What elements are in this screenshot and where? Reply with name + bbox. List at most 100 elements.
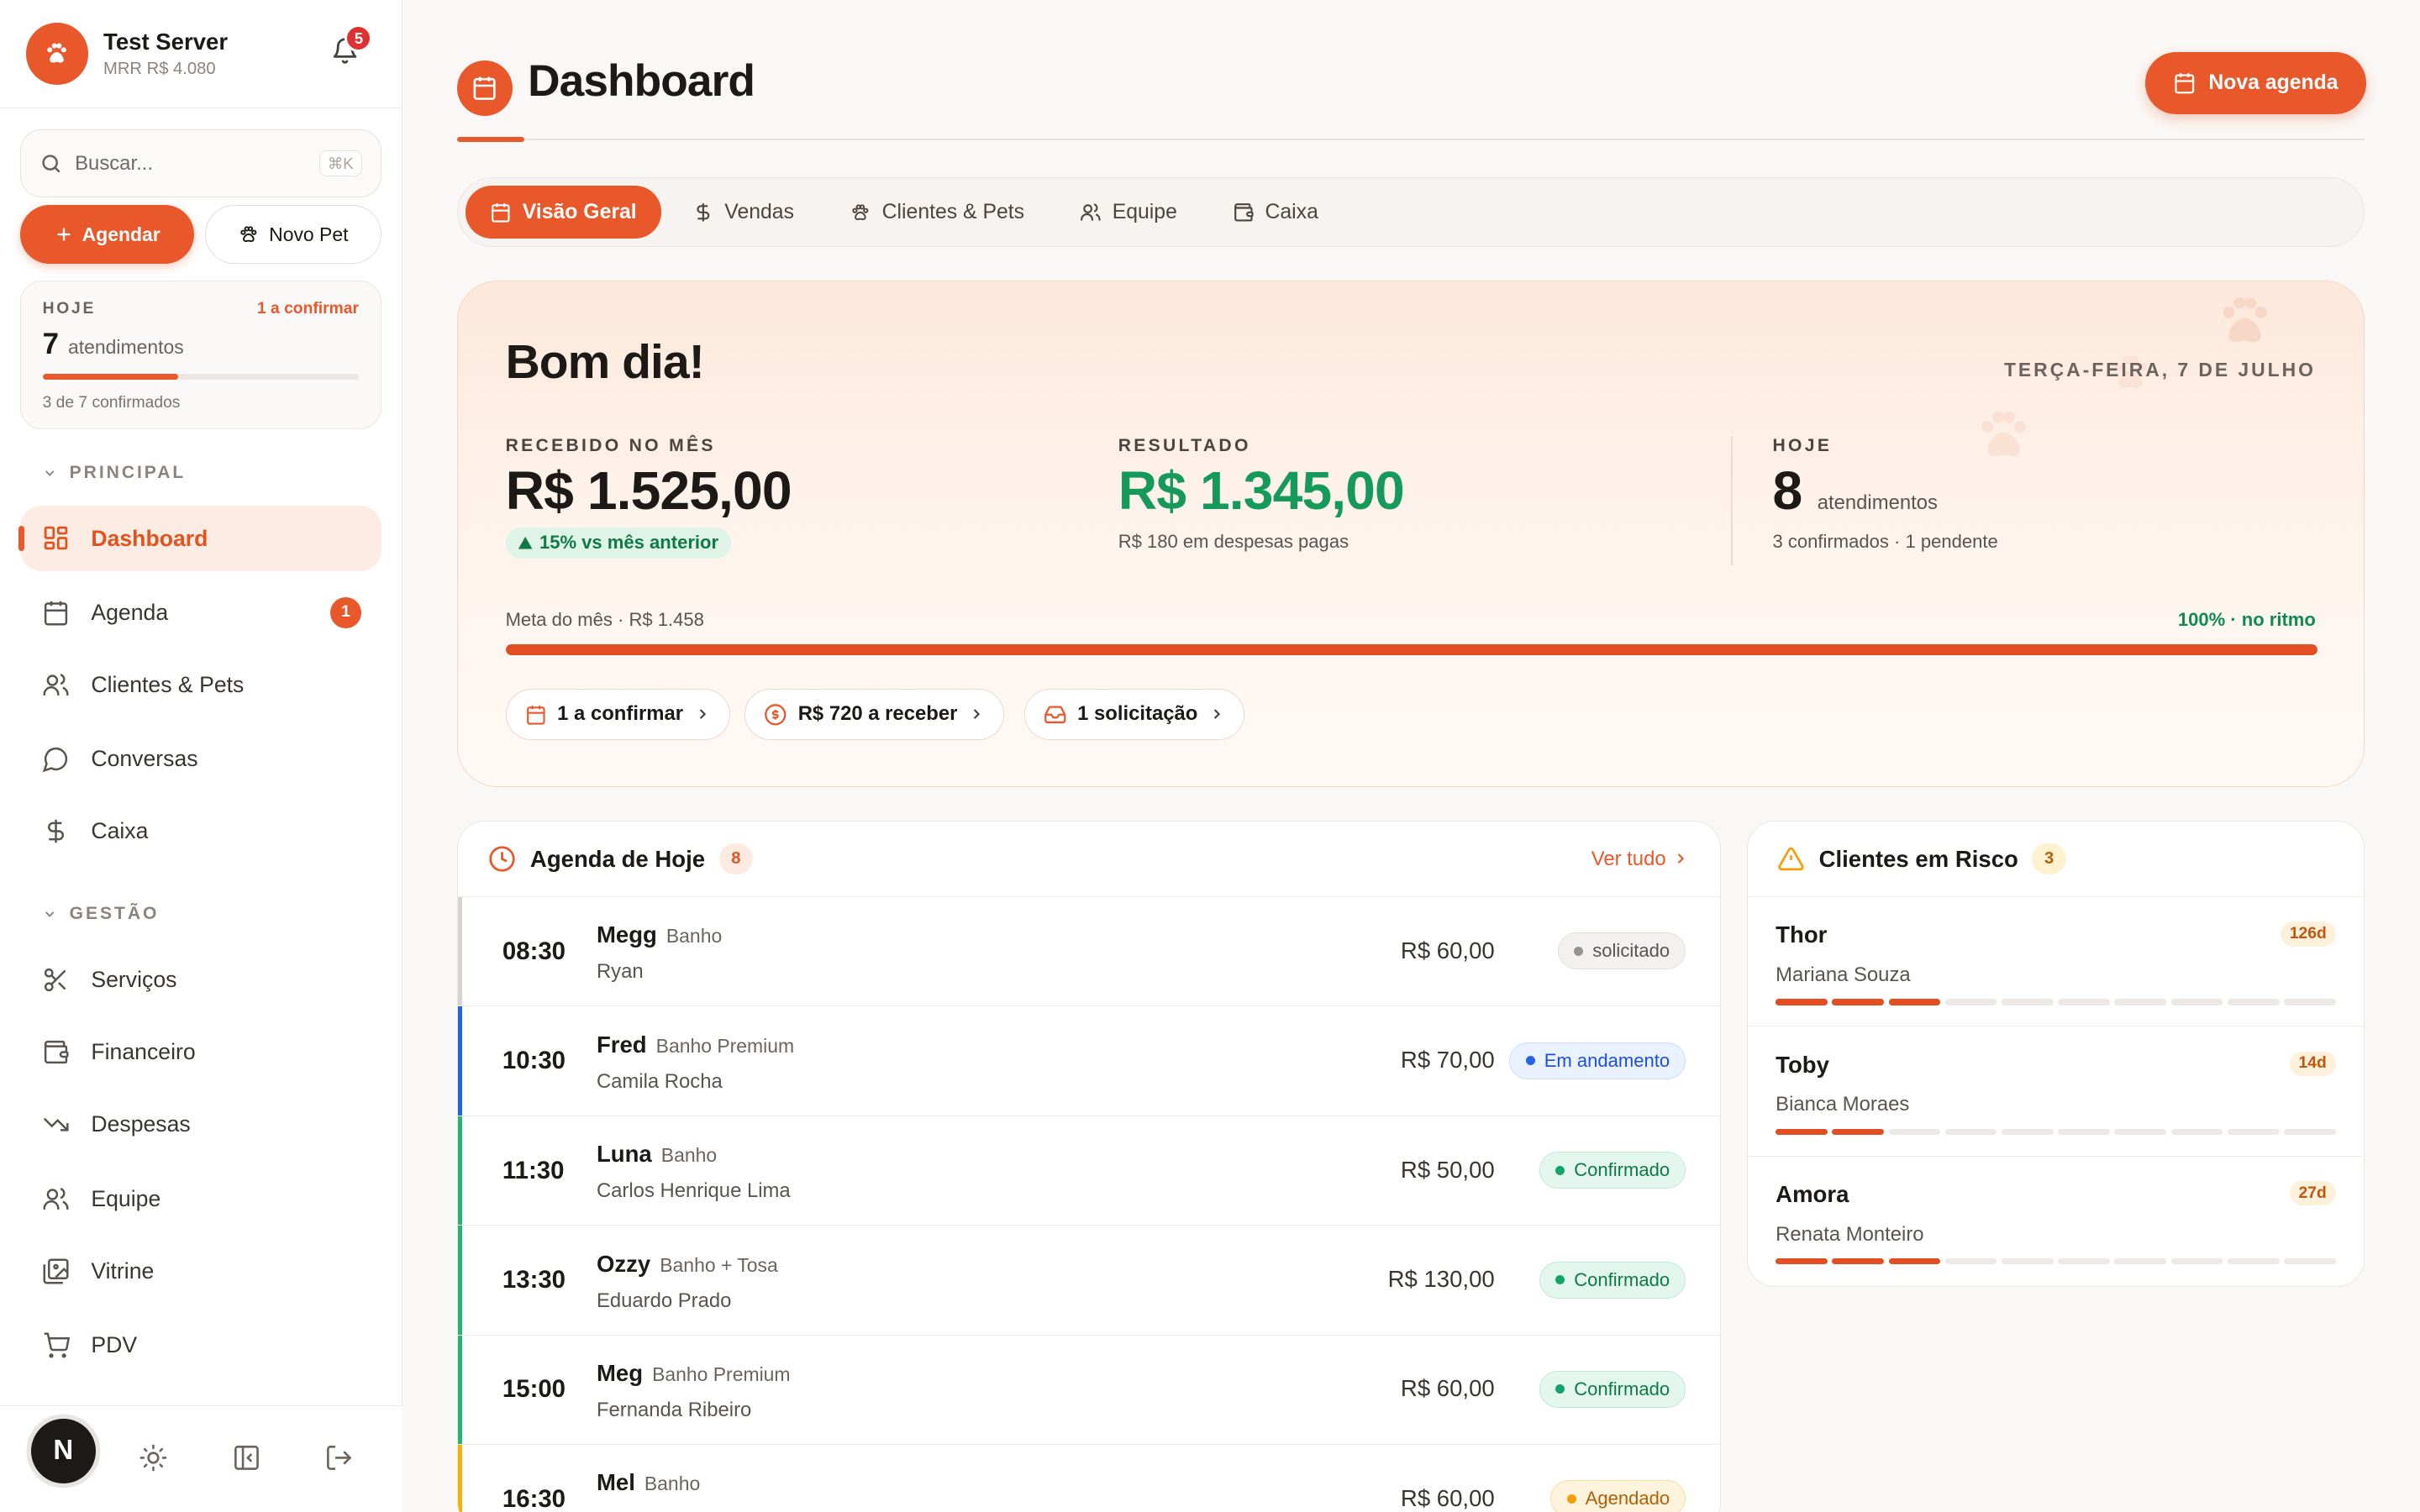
tab-clientes-pets[interactable]: Clientes & Pets bbox=[825, 186, 1050, 238]
risk-segment bbox=[2284, 1128, 2336, 1135]
appointment-row[interactable]: 08:30 Megg Banho Ryan R$ 60,00 solicitado bbox=[457, 897, 1720, 1007]
tab-visao-geral[interactable]: Visão Geral bbox=[465, 186, 662, 239]
divider bbox=[456, 139, 2365, 141]
chip-request[interactable]: 1 solicitação bbox=[1023, 689, 1245, 740]
sidebar-item-agenda[interactable]: Agenda 1 bbox=[20, 580, 381, 645]
status-stripe bbox=[457, 1116, 463, 1226]
sidebar-item-label: Conversas bbox=[91, 746, 198, 772]
chip-label: R$ 720 a receber bbox=[797, 702, 958, 726]
list-item[interactable]: Toby 14d Bianca Moraes bbox=[1748, 1026, 2364, 1157]
sidebar-item-despesas[interactable]: Despesas bbox=[20, 1092, 381, 1157]
service-name: Banho Premium bbox=[652, 1363, 791, 1386]
status-stripe bbox=[457, 1006, 463, 1116]
today-summary-card[interactable]: HOJE 1 a confirmar 7 atendimentos 3 de 7… bbox=[19, 281, 381, 429]
main-content: Dashboard Nova agenda Visão Geral Vendas… bbox=[404, 0, 2420, 1512]
novo-pet-button[interactable]: Novo Pet bbox=[205, 205, 381, 265]
tab-caixa[interactable]: Caixa bbox=[1208, 186, 1344, 238]
owner-name: Bianca Moraes bbox=[1776, 1093, 1910, 1116]
appointment-row[interactable]: 16:30 Mel Banho R$ 60,00 Agendado bbox=[457, 1445, 1720, 1512]
pet-name: Thor bbox=[1776, 921, 1828, 948]
server-name: Test Server bbox=[103, 28, 229, 55]
status-label: Confirmado bbox=[1574, 1159, 1670, 1181]
count-badge: 3 bbox=[2032, 843, 2066, 874]
section-gestao[interactable]: GESTÃO bbox=[42, 904, 160, 924]
today-to-confirm: 1 a confirmar bbox=[256, 300, 359, 318]
list-item[interactable]: Amora 27d Renata Monteiro bbox=[1748, 1157, 2364, 1286]
sidebar-item-clientes-pets[interactable]: Clientes & Pets bbox=[20, 653, 381, 717]
chevron-down-icon bbox=[45, 470, 55, 476]
section-principal[interactable]: PRINCIPAL bbox=[42, 463, 187, 483]
appointment-row[interactable]: 15:00 Meg Banho Premium Fernanda Ribeiro … bbox=[457, 1335, 1720, 1446]
tab-label: Visão Geral bbox=[522, 200, 637, 223]
chip-to-receive[interactable]: R$ 720 a receber bbox=[744, 689, 1005, 740]
sidebar-item-financeiro[interactable]: Financeiro bbox=[20, 1020, 381, 1084]
goal-label: Meta do mês · R$ 1.458 bbox=[505, 608, 704, 630]
status-badge: Confirmado bbox=[1539, 1370, 1686, 1408]
list-item[interactable]: Thor 126d Mariana Souza bbox=[1748, 897, 2364, 1027]
appointment-price: R$ 50,00 bbox=[1400, 1156, 1495, 1183]
collapse-sidebar-icon[interactable] bbox=[232, 1443, 261, 1473]
risk-segment bbox=[2058, 999, 2110, 1005]
pet-name: Megg bbox=[596, 921, 657, 948]
risk-level-bar bbox=[1776, 1128, 2336, 1135]
service-name: Banho bbox=[644, 1473, 701, 1495]
sidebar-item-pdv[interactable]: PDV bbox=[20, 1313, 381, 1378]
tab-equipe[interactable]: Equipe bbox=[1055, 186, 1202, 238]
goal-progress-fill bbox=[505, 643, 2317, 655]
sidebar-item-vitrine[interactable]: Vitrine bbox=[20, 1239, 381, 1304]
calendar-icon bbox=[492, 202, 510, 223]
risk-segment bbox=[2001, 1128, 2054, 1135]
agendar-button[interactable]: Agendar bbox=[19, 205, 195, 265]
nova-agenda-button[interactable]: Nova agenda bbox=[2145, 52, 2366, 114]
appointment-row[interactable]: 10:30 Fred Banho Premium Camila Rocha R$ … bbox=[457, 1006, 1720, 1116]
tab-vendas[interactable]: Vendas bbox=[667, 186, 818, 238]
status-label: solicitado bbox=[1592, 940, 1670, 962]
chip-to-confirm[interactable]: 1 a confirmar bbox=[505, 689, 731, 740]
coin-icon bbox=[765, 703, 786, 726]
pet-name: Ozzy bbox=[596, 1250, 651, 1277]
appointment-row[interactable]: 13:30 Ozzy Banho + Tosa Eduardo Prado R$ … bbox=[457, 1226, 1720, 1336]
sidebar-item-label: Dashboard bbox=[91, 525, 208, 551]
risk-segment bbox=[2114, 1257, 2167, 1265]
status-badge: Agendado bbox=[1550, 1480, 1686, 1512]
owner-name: Renata Monteiro bbox=[1776, 1222, 1924, 1246]
kpi-label: RECEBIDO NO MÊS bbox=[505, 435, 716, 455]
status-stripe bbox=[457, 1445, 463, 1512]
kpi-result: RESULTADO R$ 1.345,00 R$ 180 em despesas… bbox=[1118, 436, 1405, 553]
tab-bar: Visão Geral Vendas Clientes & Pets Equip… bbox=[456, 177, 2365, 247]
pet-name: Luna bbox=[596, 1141, 652, 1168]
paw-logo-icon[interactable] bbox=[26, 23, 88, 85]
risk-segment bbox=[2284, 1257, 2336, 1265]
sidebar-item-servicos[interactable]: Serviços bbox=[20, 948, 381, 1012]
tab-label: Equipe bbox=[1112, 200, 1177, 223]
sidebar-item-conversas[interactable]: Conversas bbox=[20, 727, 381, 791]
goal-progress-bar bbox=[505, 643, 2317, 655]
status-label: Em andamento bbox=[1544, 1049, 1670, 1071]
appointment-row[interactable]: 11:30 Luna Banho Carlos Henrique Lima R$ … bbox=[457, 1116, 1720, 1226]
risk-segment bbox=[1888, 1257, 1941, 1265]
notifications-button[interactable]: 5 bbox=[331, 24, 373, 65]
kpi-label: HOJE bbox=[1772, 435, 1833, 455]
search-input[interactable]: Buscar... ⌘K bbox=[19, 129, 381, 198]
sidebar-item-dashboard[interactable]: Dashboard bbox=[18, 506, 381, 571]
chevron-right-icon bbox=[1677, 853, 1685, 864]
sidebar-item-equipe[interactable]: Equipe bbox=[20, 1167, 381, 1231]
logout-icon[interactable] bbox=[324, 1443, 354, 1473]
trending-down-icon bbox=[40, 1110, 71, 1141]
search-shortcut: ⌘K bbox=[318, 150, 362, 177]
paw-icon bbox=[852, 203, 869, 220]
sidebar-item-caixa[interactable]: Caixa bbox=[20, 799, 381, 864]
summary-hero-card: Bom dia! TERÇA-FEIRA, 7 DE JULHO RECEBID… bbox=[456, 281, 2365, 787]
avatar[interactable]: N bbox=[30, 1418, 96, 1484]
pet-name: Mel bbox=[596, 1469, 635, 1496]
trend-badge: 15% vs mês anterior bbox=[505, 527, 731, 559]
calendar-icon bbox=[40, 597, 71, 628]
kpi-today: HOJE 8 atendimentos 3 confirmados · 1 pe… bbox=[1773, 436, 1998, 553]
kpi-sub: R$ 180 em despesas pagas bbox=[1118, 530, 1349, 552]
chip-label: 1 solicitação bbox=[1077, 702, 1198, 726]
see-all-link[interactable]: Ver tudo bbox=[1591, 848, 1689, 871]
sun-icon[interactable] bbox=[139, 1443, 168, 1473]
sidebar-item-label: Equipe bbox=[91, 1185, 161, 1211]
risk-segment bbox=[1776, 999, 1828, 1005]
appointment-time: 13:30 bbox=[502, 1266, 566, 1294]
